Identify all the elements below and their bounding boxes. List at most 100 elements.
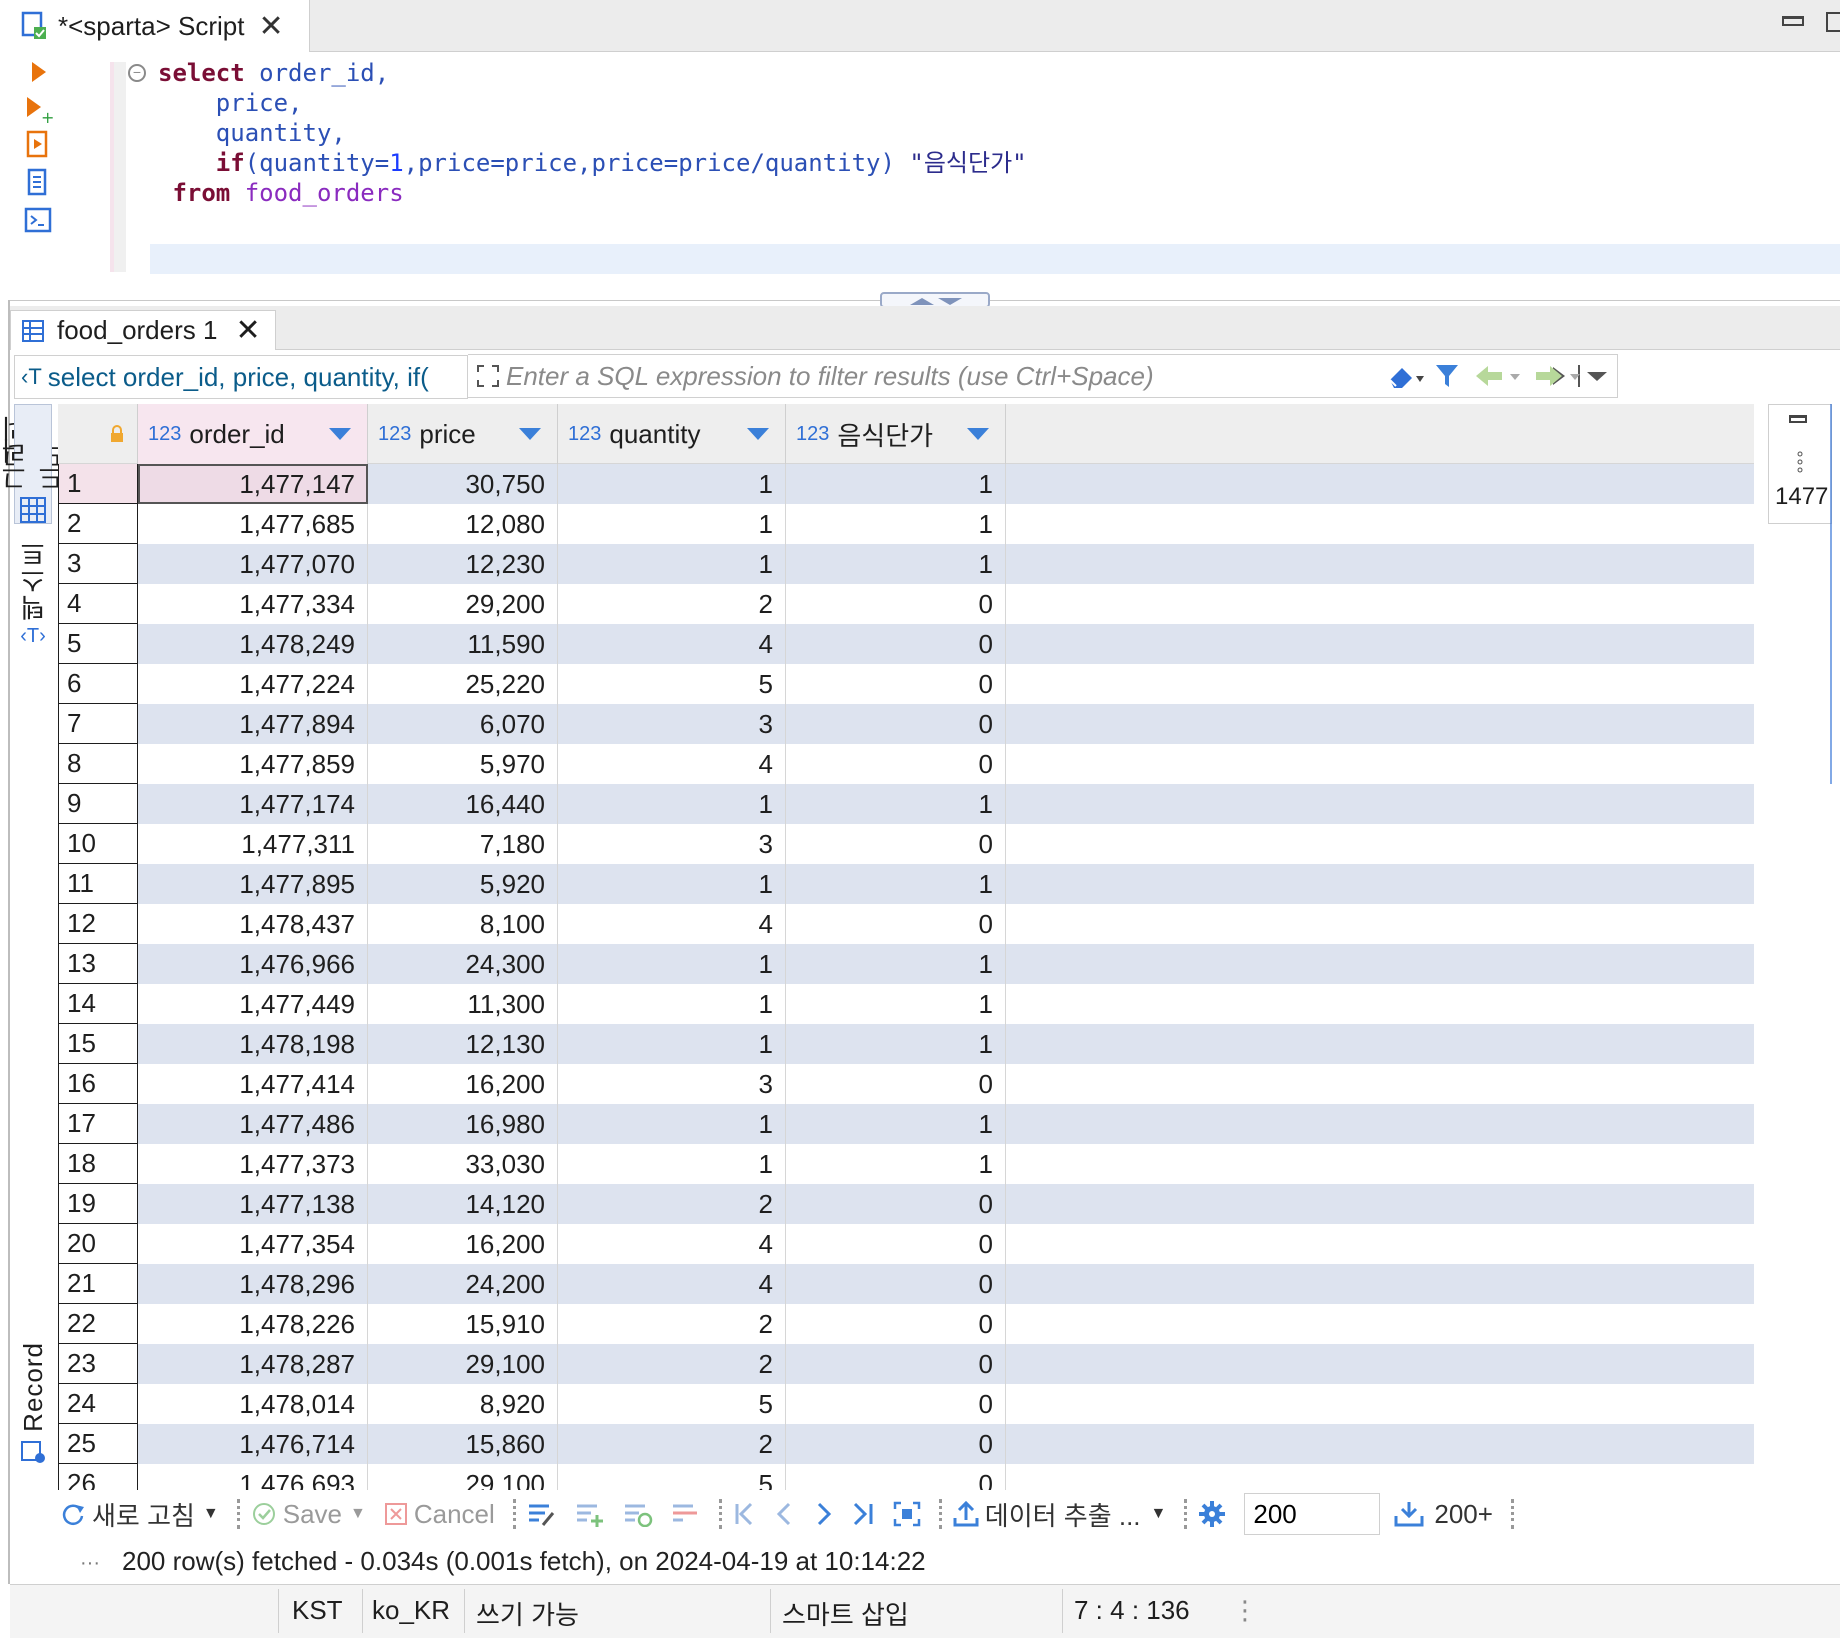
price-cell[interactable]: 12,080 bbox=[368, 504, 558, 544]
order-id-cell[interactable]: 1,477,894 bbox=[138, 704, 368, 744]
unit-price-cell[interactable]: 0 bbox=[786, 624, 1006, 664]
price-cell[interactable]: 16,200 bbox=[368, 1224, 558, 1264]
expand-icon[interactable] bbox=[476, 364, 500, 388]
tab-text[interactable]: 텍스트 ‹T› bbox=[14, 540, 52, 660]
row-number-cell[interactable]: 4 bbox=[58, 584, 138, 624]
unit-price-cell[interactable]: 0 bbox=[786, 1064, 1006, 1104]
order-id-cell[interactable]: 1,478,249 bbox=[138, 624, 368, 664]
column-menu-icon[interactable] bbox=[967, 428, 989, 440]
row-number-cell[interactable]: 3 bbox=[58, 544, 138, 584]
panel-minimize-icon[interactable] bbox=[1789, 415, 1807, 423]
quantity-cell[interactable]: 2 bbox=[558, 1304, 786, 1344]
price-cell[interactable]: 11,300 bbox=[368, 984, 558, 1024]
unit-price-cell[interactable]: 0 bbox=[786, 1424, 1006, 1464]
quantity-cell[interactable]: 3 bbox=[558, 1064, 786, 1104]
quantity-cell[interactable]: 1 bbox=[558, 864, 786, 904]
order-id-cell[interactable]: 1,477,224 bbox=[138, 664, 368, 704]
price-cell[interactable]: 24,200 bbox=[368, 1264, 558, 1304]
unit-price-cell[interactable]: 0 bbox=[786, 824, 1006, 864]
first-page-icon[interactable] bbox=[733, 1501, 757, 1527]
column-header-order-id[interactable]: 123 order_id bbox=[138, 404, 368, 464]
order-id-cell[interactable]: 1,477,138 bbox=[138, 1184, 368, 1224]
unit-price-cell[interactable]: 1 bbox=[786, 864, 1006, 904]
gear-icon[interactable] bbox=[1198, 1500, 1226, 1528]
unit-price-cell[interactable]: 1 bbox=[786, 984, 1006, 1024]
price-cell[interactable]: 16,980 bbox=[368, 1104, 558, 1144]
price-cell[interactable]: 11,590 bbox=[368, 624, 558, 664]
table-row[interactable]: 16 1,477,414 16,200 3 0 bbox=[58, 1064, 1754, 1104]
quantity-cell[interactable]: 3 bbox=[558, 704, 786, 744]
row-number-cell[interactable]: 25 bbox=[58, 1424, 138, 1464]
last-page-icon[interactable] bbox=[851, 1501, 875, 1527]
price-cell[interactable]: 5,920 bbox=[368, 864, 558, 904]
table-row[interactable]: 6 1,477,224 25,220 5 0 bbox=[58, 664, 1754, 704]
table-row[interactable]: 12 1,478,437 8,100 4 0 bbox=[58, 904, 1754, 944]
navigate-back-icon[interactable] bbox=[1474, 364, 1524, 393]
order-id-cell[interactable]: 1,477,373 bbox=[138, 1144, 368, 1184]
order-id-cell[interactable]: 1,478,014 bbox=[138, 1384, 368, 1424]
row-number-cell[interactable]: 17 bbox=[58, 1104, 138, 1144]
order-id-cell[interactable]: 1,477,174 bbox=[138, 784, 368, 824]
quantity-cell[interactable]: 5 bbox=[558, 1384, 786, 1424]
price-cell[interactable]: 25,220 bbox=[368, 664, 558, 704]
quantity-cell[interactable]: 4 bbox=[558, 1224, 786, 1264]
query-text-label[interactable]: ‹T select order_id, price, quantity, if( bbox=[14, 355, 468, 399]
unit-price-cell[interactable]: 1 bbox=[786, 1144, 1006, 1184]
row-number-cell[interactable]: 13 bbox=[58, 944, 138, 984]
close-icon[interactable]: ✕ bbox=[235, 313, 260, 348]
order-id-cell[interactable]: 1,477,070 bbox=[138, 544, 368, 584]
table-row[interactable]: 26 1,476,693 29,100 5 0 bbox=[58, 1464, 1754, 1490]
quantity-cell[interactable]: 2 bbox=[558, 1184, 786, 1224]
row-number-cell[interactable]: 21 bbox=[58, 1264, 138, 1304]
unit-price-cell[interactable]: 0 bbox=[786, 1304, 1006, 1344]
tab-script[interactable]: *<sparta> Script ✕ bbox=[10, 0, 310, 52]
price-cell[interactable]: 15,910 bbox=[368, 1304, 558, 1344]
price-cell[interactable]: 30,750 bbox=[368, 464, 558, 504]
table-row[interactable]: 21 1,478,296 24,200 4 0 bbox=[58, 1264, 1754, 1304]
table-row[interactable]: 20 1,477,354 16,200 4 0 bbox=[58, 1224, 1754, 1264]
table-row[interactable]: 14 1,477,449 11,300 1 1 bbox=[58, 984, 1754, 1024]
quantity-cell[interactable]: 1 bbox=[558, 464, 786, 504]
table-row[interactable]: 4 1,477,334 29,200 2 0 bbox=[58, 584, 1754, 624]
table-row[interactable]: 11 1,477,895 5,920 1 1 bbox=[58, 864, 1754, 904]
fold-collapse-icon[interactable]: − bbox=[128, 64, 146, 82]
row-number-cell[interactable]: 19 bbox=[58, 1184, 138, 1224]
price-cell[interactable]: 29,100 bbox=[368, 1464, 558, 1490]
locale-indicator[interactable]: ko_KR bbox=[372, 1595, 450, 1626]
quantity-cell[interactable]: 1 bbox=[558, 984, 786, 1024]
price-cell[interactable]: 6,070 bbox=[368, 704, 558, 744]
maximize-icon[interactable] bbox=[1826, 12, 1840, 32]
price-cell[interactable]: 16,200 bbox=[368, 1064, 558, 1104]
next-page-icon[interactable] bbox=[813, 1501, 833, 1527]
price-cell[interactable]: 14,120 bbox=[368, 1184, 558, 1224]
order-id-cell[interactable]: 1,478,198 bbox=[138, 1024, 368, 1064]
quantity-cell[interactable]: 2 bbox=[558, 1344, 786, 1384]
table-row[interactable]: 18 1,477,373 33,030 1 1 bbox=[58, 1144, 1754, 1184]
price-cell[interactable]: 29,100 bbox=[368, 1344, 558, 1384]
price-cell[interactable]: 12,130 bbox=[368, 1024, 558, 1064]
fetch-size-input[interactable] bbox=[1244, 1493, 1381, 1535]
column-header-quantity[interactable]: 123 quantity bbox=[558, 404, 786, 464]
table-row[interactable]: 10 1,477,311 7,180 3 0 bbox=[58, 824, 1754, 864]
row-number-cell[interactable]: 11 bbox=[58, 864, 138, 904]
unit-price-cell[interactable]: 0 bbox=[786, 704, 1006, 744]
unit-price-cell[interactable]: 0 bbox=[786, 664, 1006, 704]
table-row[interactable]: 23 1,478,287 29,100 2 0 bbox=[58, 1344, 1754, 1384]
filter-history-dropdown-icon[interactable] bbox=[1577, 365, 1611, 392]
unit-price-cell[interactable]: 1 bbox=[786, 944, 1006, 984]
order-id-cell[interactable]: 1,476,693 bbox=[138, 1464, 368, 1490]
quantity-cell[interactable]: 1 bbox=[558, 544, 786, 584]
row-number-cell[interactable]: 12 bbox=[58, 904, 138, 944]
order-id-cell[interactable]: 1,477,859 bbox=[138, 744, 368, 784]
quantity-cell[interactable]: 5 bbox=[558, 664, 786, 704]
row-number-cell[interactable]: 15 bbox=[58, 1024, 138, 1064]
navigate-forward-icon[interactable] bbox=[1532, 364, 1582, 393]
quantity-cell[interactable]: 4 bbox=[558, 1264, 786, 1304]
table-row[interactable]: 2 1,477,685 12,080 1 1 bbox=[58, 504, 1754, 544]
row-number-header[interactable] bbox=[58, 404, 138, 464]
column-menu-icon[interactable] bbox=[329, 428, 351, 440]
quantity-cell[interactable]: 1 bbox=[558, 944, 786, 984]
panel-dots-icon[interactable]: ∘ ∘ ∘ bbox=[1795, 447, 1805, 479]
table-row[interactable]: 22 1,478,226 15,910 2 0 bbox=[58, 1304, 1754, 1344]
tab-results[interactable]: food_orders 1 ✕ bbox=[10, 310, 276, 350]
